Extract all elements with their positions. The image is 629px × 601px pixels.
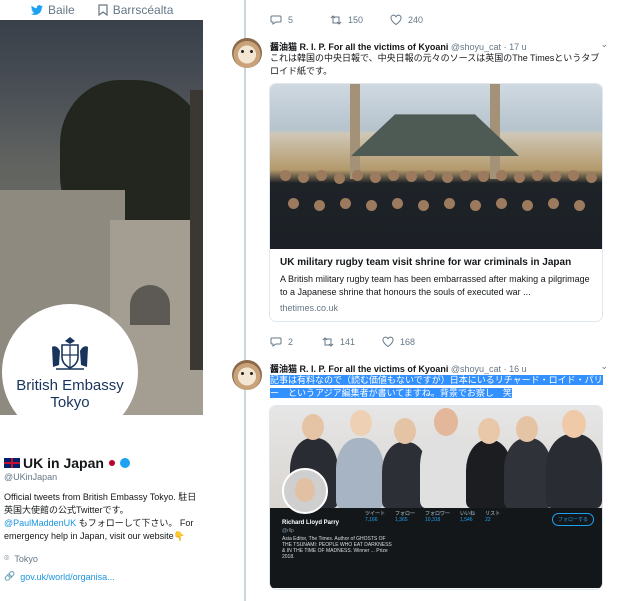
location-pin-icon: ⌾	[4, 553, 10, 563]
retweet-count: 150	[348, 15, 364, 25]
reply-count: 2	[288, 337, 294, 347]
embedded-profile-handle: @rllp	[282, 528, 294, 534]
uk-flag-icon	[4, 458, 20, 468]
like-count: 168	[400, 337, 416, 347]
tweet-text: 記事は有料なので（読む価値もないですが）日本にいるリチャード・ロイド・パリー と…	[270, 374, 606, 400]
selected-tweet-text: 記事は有料なので（読む価値もないですが）日本にいるリチャード・ロイド・パリー と…	[270, 375, 603, 398]
retweet-button[interactable]: 141	[322, 336, 382, 348]
embedded-profile-bio: Asia Editor, The Times. Author of GHOSTS…	[282, 536, 392, 560]
profile-handle[interactable]: @UKinJapan	[4, 472, 199, 482]
avatar-text-line1: British Embassy	[16, 377, 124, 394]
link-icon: 🔗	[4, 571, 16, 581]
bio-mention-link[interactable]: @PaulMaddenUK	[4, 518, 76, 528]
profile-location: ⌾ Tokyo	[4, 553, 199, 564]
card-title: UK military rugby team visit shrine for …	[280, 257, 572, 268]
author-name[interactable]: 醤油猫 R. I. P. For all the victims of Kyoa…	[270, 364, 448, 374]
moments-icon	[98, 4, 108, 16]
embedded-profile-name: Richard Lloyd Parry	[282, 520, 340, 526]
tweet-actions: 5 150 240	[270, 14, 450, 26]
card-image	[270, 84, 602, 249]
profile-info: UK in Japan @UKinJapan Official tweets f…	[0, 415, 203, 601]
chevron-down-icon[interactable]: ⌄	[600, 361, 608, 372]
bio-text-1: Official tweets from British Embassy Tok…	[4, 492, 197, 515]
author-handle[interactable]: @shoyu_cat	[451, 364, 501, 374]
author-handle[interactable]: @shoyu_cat	[451, 42, 501, 52]
like-button[interactable]: 168	[382, 336, 442, 348]
tweet-time[interactable]: · 16 u	[504, 364, 527, 374]
reply-count: 5	[288, 15, 294, 25]
heart-icon	[390, 14, 402, 26]
royal-crest-icon	[52, 337, 88, 370]
nav-moments-label: Barrscéalta	[112, 3, 174, 17]
tweet-actions: 2 141 168	[270, 336, 442, 348]
embedded-profile-avatar	[282, 468, 328, 514]
verified-badge-icon	[119, 458, 130, 468]
profile-website[interactable]: 🔗 gov.uk/world/organisa...	[4, 571, 199, 582]
tweet-time[interactable]: · 17 u	[504, 42, 527, 52]
profile-column: Baile Barrscéalta British Embassy Tokyo …	[0, 0, 203, 601]
location-text: Tokyo	[14, 553, 38, 564]
author-name[interactable]: 醤油猫 R. I. P. For all the victims of Kyoa…	[270, 42, 448, 52]
profile-bio: Official tweets from British Embassy Tok…	[4, 491, 199, 543]
reply-icon	[270, 15, 282, 25]
like-button[interactable]: 240	[390, 14, 450, 26]
author-avatar[interactable]	[232, 38, 262, 68]
profile-name[interactable]: UK in Japan	[23, 455, 104, 471]
author-avatar[interactable]	[232, 360, 262, 390]
card-domain: thetimes.co.uk	[280, 303, 339, 313]
nav-home-label: Baile	[48, 3, 75, 17]
japan-flag-icon	[107, 458, 117, 468]
timeline: 5 150 240 醤油猫 R. I. P. For all the victi…	[212, 0, 619, 601]
embedded-profile-stats: ツイート 7,166 フォロー 1,365 フォロワー 10,318 いいね 1,546…	[365, 511, 501, 523]
nav-moments[interactable]: Barrscéalta	[97, 3, 174, 17]
link-card[interactable]: UK military rugby team visit shrine for …	[269, 83, 603, 322]
embedded-follow-button: フォローする	[551, 513, 594, 526]
embedded-profile-panel: ツイート 7,166 フォロー 1,365 フォロワー 10,318 いいね 1,546…	[270, 468, 602, 588]
reply-button[interactable]: 5	[270, 14, 330, 26]
twitter-page: Baile Barrscéalta British Embassy Tokyo …	[0, 0, 629, 601]
retweet-icon	[330, 15, 342, 25]
tweet[interactable]: 醤油猫 R. I. P. For all the victims of Kyoa…	[232, 360, 612, 601]
retweet-count: 141	[340, 337, 356, 347]
chevron-down-icon[interactable]: ⌄	[600, 39, 608, 50]
image-card[interactable]: ツイート 7,166 フォロー 1,365 フォロワー 10,318 いいね 1,546…	[269, 405, 603, 590]
avatar-text-line2: Tokyo	[50, 394, 90, 411]
reply-icon	[270, 337, 282, 347]
tweet[interactable]: 醤油猫 R. I. P. For all the victims of Kyoa…	[232, 38, 612, 343]
card-description: A British military rugby team has been e…	[280, 274, 590, 297]
retweet-button[interactable]: 150	[330, 14, 390, 26]
retweet-icon	[322, 337, 334, 347]
top-navigation: Baile Barrscéalta	[0, 0, 203, 20]
twitter-bird-icon	[30, 4, 44, 15]
heart-icon	[382, 336, 394, 348]
reply-button[interactable]: 2	[270, 336, 322, 348]
like-count: 240	[408, 15, 424, 25]
tweet-text: これは韓国の中央日報で、中央日報の元々のソースは英国のThe Timesというタ…	[270, 53, 600, 76]
website-text[interactable]: gov.uk/world/organisa...	[20, 572, 114, 582]
profile-name-row: UK in Japan	[4, 455, 199, 471]
nav-home[interactable]: Baile	[30, 3, 75, 17]
